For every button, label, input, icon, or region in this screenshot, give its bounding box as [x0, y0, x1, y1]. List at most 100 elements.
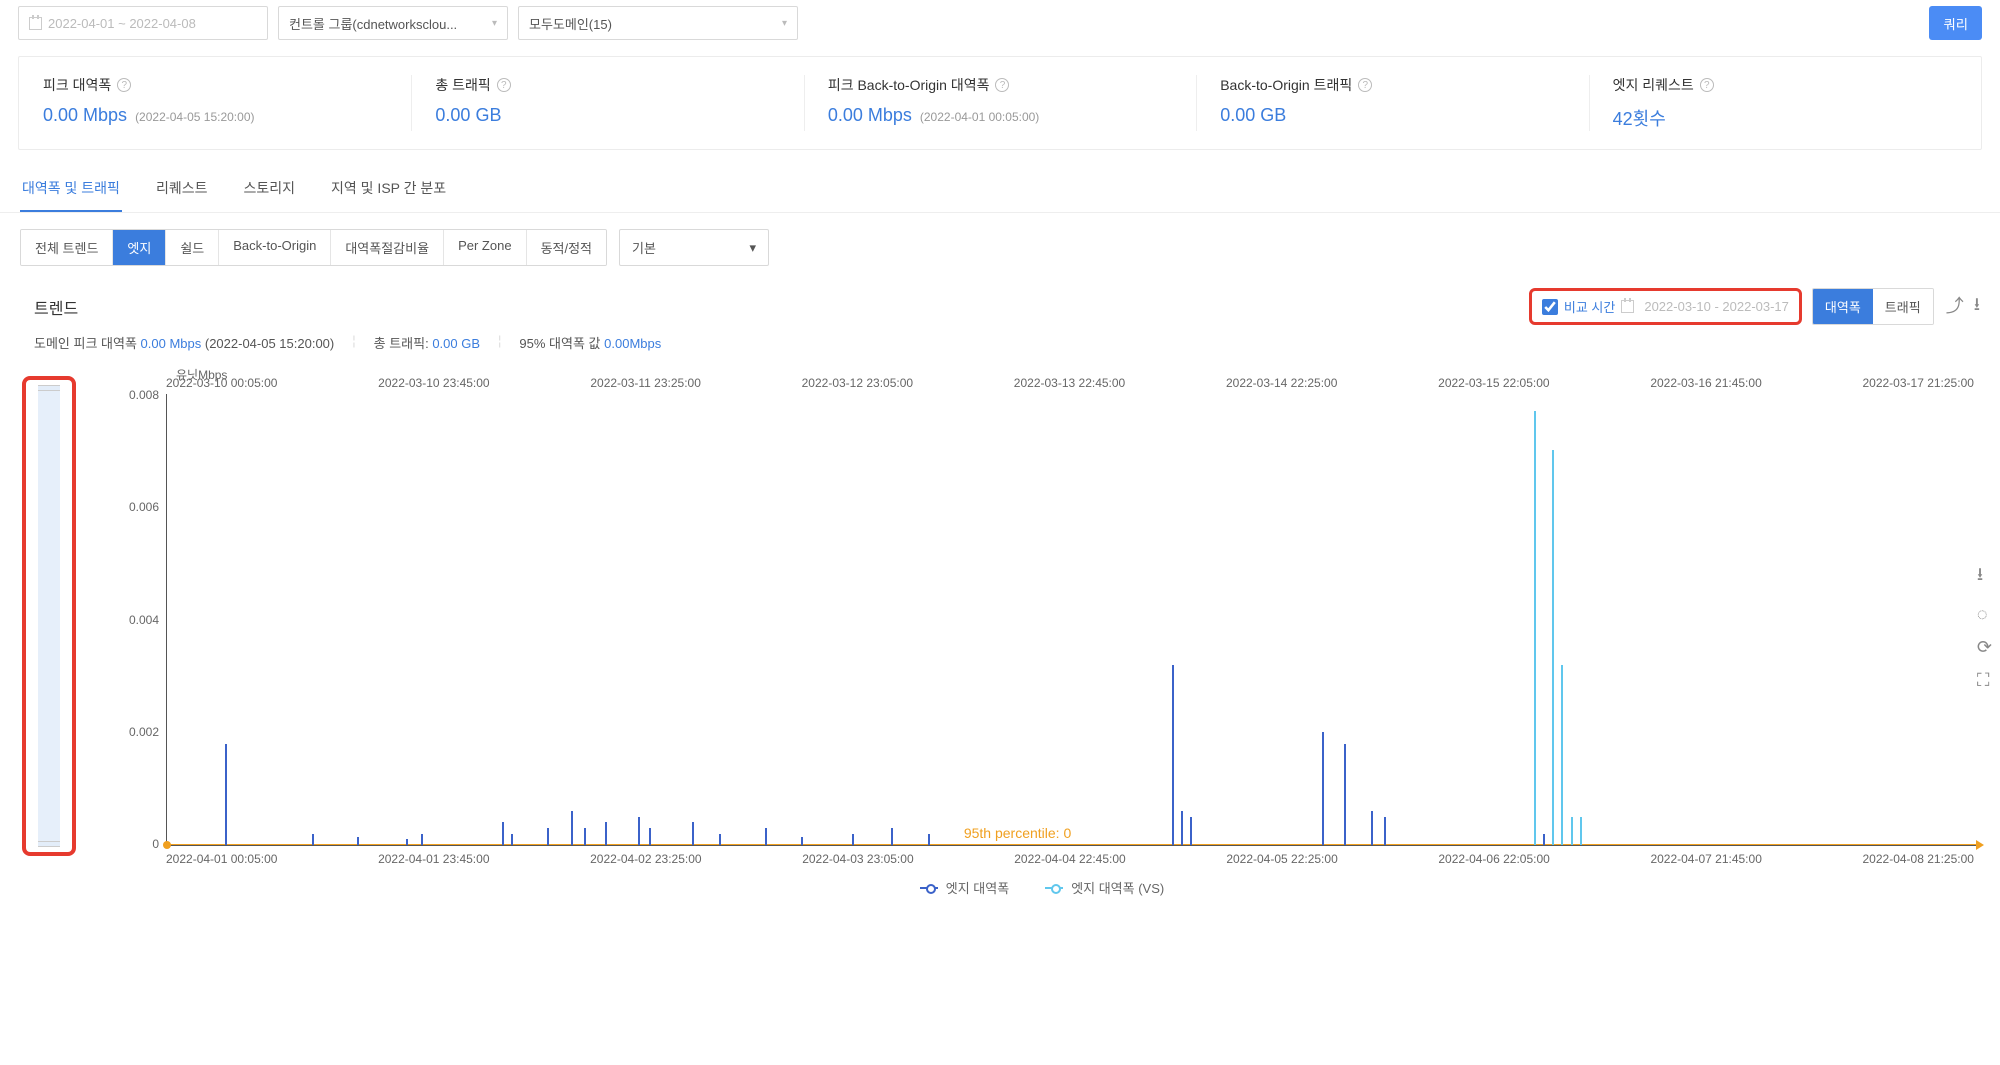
- chart-bar: [511, 834, 513, 845]
- toggle-traffic[interactable]: 트래픽: [1873, 289, 1933, 324]
- x-axis-bottom: 2022-04-01 00:05:002022-04-01 23:45:0020…: [106, 852, 1978, 866]
- legend-label-s2[interactable]: 엣지 대역폭 (VS): [1071, 878, 1164, 897]
- x-top-tick: 2022-03-17 21:25:00: [1862, 376, 1973, 390]
- stat-peak-bandwidth: 피크 대역폭? 0.00 Mbps (2022-04-05 15:20:00): [19, 57, 411, 149]
- main-tabs: 대역폭 및 트래픽 리퀘스트 스토리지 지역 및 ISP 간 분포: [0, 168, 2000, 213]
- refresh-icon[interactable]: ◌: [1977, 604, 1992, 625]
- subtab-all-trend[interactable]: 전체 트렌드: [21, 230, 113, 265]
- domain-select[interactable]: 모두도메인(15) ▾: [518, 6, 798, 40]
- x-top-tick: 2022-03-10 23:45:00: [378, 376, 489, 390]
- y-tick: 0.004: [109, 613, 159, 627]
- help-icon[interactable]: ?: [117, 78, 131, 92]
- sub-tab-group: 전체 트렌드 엣지 쉴드 Back-to-Origin 대역폭절감비율 Per …: [20, 229, 607, 266]
- chart-bar: [1190, 817, 1192, 845]
- meta-peak-value: 0.00 Mbps: [141, 336, 202, 351]
- chart-bar: [571, 811, 573, 845]
- basic-select-label: 기본: [632, 238, 656, 257]
- domain-select-label: 모두도메인(15): [529, 14, 612, 33]
- export-icon[interactable]: ⤴: [1946, 292, 1964, 322]
- repeat-icon[interactable]: ⟳: [1977, 637, 1992, 658]
- compare-checkbox[interactable]: [1542, 299, 1558, 315]
- stat-value: 0.00 Mbps: [828, 105, 912, 126]
- x-bot-tick: 2022-04-05 22:25:00: [1226, 852, 1337, 866]
- x-top-tick: 2022-03-12 23:05:00: [802, 376, 913, 390]
- basic-select[interactable]: 기본 ▾: [619, 229, 769, 266]
- x-bot-tick: 2022-04-01 00:05:00: [166, 852, 277, 866]
- query-button[interactable]: 쿼리: [1929, 6, 1982, 40]
- chart-bar: [421, 834, 423, 845]
- chart-bar: [605, 822, 607, 845]
- subtab-bwsavings[interactable]: 대역폭절감비율: [331, 230, 444, 265]
- control-group-select[interactable]: 컨트롤 그룹(cdnetworksclou... ▾: [278, 6, 508, 40]
- x-top-tick: 2022-03-16 21:45:00: [1650, 376, 1761, 390]
- fullscreen-icon[interactable]: ⛶: [1977, 670, 1992, 691]
- stats-card: 피크 대역폭? 0.00 Mbps (2022-04-05 15:20:00) 총…: [18, 56, 1982, 150]
- subtab-dynamic-static[interactable]: 동적/정적: [527, 230, 606, 265]
- help-icon[interactable]: ?: [497, 78, 511, 92]
- tab-region-isp[interactable]: 지역 및 ISP 간 분포: [329, 168, 448, 212]
- tab-request[interactable]: 리퀘스트: [154, 168, 210, 212]
- chart-bar: [765, 828, 767, 845]
- baseline: [167, 844, 1978, 846]
- download-icon[interactable]: ⭳: [1974, 292, 1980, 322]
- chart-bar: [1384, 817, 1386, 845]
- x-bot-tick: 2022-04-02 23:25:00: [590, 852, 701, 866]
- x-axis-top: 2022-03-10 00:05:002022-03-10 23:45:0020…: [106, 376, 1978, 390]
- metric-toggle: 대역폭 트래픽: [1812, 288, 1934, 325]
- subtab-shield[interactable]: 쉴드: [166, 230, 219, 265]
- stat-bto-traffic: Back-to-Origin 트래픽? 0.00 GB: [1196, 57, 1588, 149]
- chart-bar: [1322, 732, 1324, 845]
- x-top-tick: 2022-03-13 22:45:00: [1014, 376, 1125, 390]
- stat-label: 피크 대역폭: [43, 75, 111, 95]
- chart-bar: [1371, 811, 1373, 845]
- chart-bar: [1181, 811, 1183, 845]
- help-icon[interactable]: ?: [995, 78, 1009, 92]
- help-icon[interactable]: ?: [1358, 78, 1372, 92]
- subtab-perzone[interactable]: Per Zone: [444, 230, 526, 265]
- y-axis-ticks: 0.0080.0060.0040.0020: [109, 388, 159, 851]
- subtab-bto[interactable]: Back-to-Origin: [219, 230, 331, 265]
- stat-value: 42횟수: [1613, 105, 1666, 131]
- x-bot-tick: 2022-04-03 23:05:00: [802, 852, 913, 866]
- toggle-bandwidth[interactable]: 대역폭: [1813, 289, 1873, 324]
- scrubber-handle-top[interactable]: [38, 385, 60, 391]
- compare-dates[interactable]: 2022-03-10 - 2022-03-17: [1644, 299, 1789, 314]
- chart-bar: [1534, 411, 1536, 845]
- control-group-label: 컨트롤 그룹(cdnetworksclou...: [289, 14, 457, 33]
- legend-label-s1[interactable]: 엣지 대역폭: [946, 878, 1009, 897]
- stat-value: 0.00 Mbps: [43, 105, 127, 126]
- chart-area: 유닛Mbps 2022-03-10 00:05:002022-03-10 23:…: [106, 376, 1978, 897]
- x-top-tick: 2022-03-11 23:25:00: [590, 376, 701, 390]
- download-data-icon[interactable]: ⭳: [1977, 562, 1992, 592]
- chart-bar: [547, 828, 549, 845]
- stat-total-traffic: 총 트래픽? 0.00 GB: [411, 57, 803, 149]
- compare-label: 비교 시간: [1564, 297, 1615, 316]
- tab-storage[interactable]: 스토리지: [241, 168, 297, 212]
- y-tick: 0.008: [109, 388, 159, 402]
- stat-sub: (2022-04-01 00:05:00): [920, 110, 1039, 124]
- chart-bar: [502, 822, 504, 845]
- chart-bar: [1571, 817, 1573, 845]
- meta-total-value: 0.00 GB: [432, 336, 480, 351]
- x-bot-tick: 2022-04-06 22:05:00: [1438, 852, 1549, 866]
- stat-label: 총 트래픽: [435, 75, 490, 95]
- compare-time-box: 비교 시간 2022-03-10 - 2022-03-17: [1529, 288, 1802, 325]
- subtab-edge[interactable]: 엣지: [113, 230, 166, 265]
- help-icon[interactable]: ?: [1700, 78, 1714, 92]
- date-range-picker[interactable]: 2022-04-01 ~ 2022-04-08: [18, 6, 268, 40]
- stat-edge-requests: 엣지 리퀘스트? 42횟수: [1589, 57, 1981, 149]
- baseline-start-dot: [163, 841, 171, 849]
- chart-bar: [692, 822, 694, 845]
- chart-bar: [1344, 744, 1346, 845]
- chart-legend: 엣지 대역폭 엣지 대역폭 (VS): [106, 878, 1978, 897]
- tab-bandwidth-traffic[interactable]: 대역폭 및 트래픽: [20, 168, 122, 212]
- mini-scrubber[interactable]: [22, 376, 76, 856]
- stat-peak-bto: 피크 Back-to-Origin 대역폭? 0.00 Mbps(2022-04…: [804, 57, 1196, 149]
- y-tick: 0.002: [109, 725, 159, 739]
- chart-bar: [406, 839, 408, 845]
- stat-sub: (2022-04-05 15:20:00): [135, 110, 254, 124]
- date-range-text: 2022-04-01 ~ 2022-04-08: [48, 16, 196, 31]
- scrubber-handle-bottom[interactable]: [38, 841, 60, 847]
- chart-bar: [1552, 450, 1554, 845]
- baseline-arrow-icon: [1976, 840, 1984, 850]
